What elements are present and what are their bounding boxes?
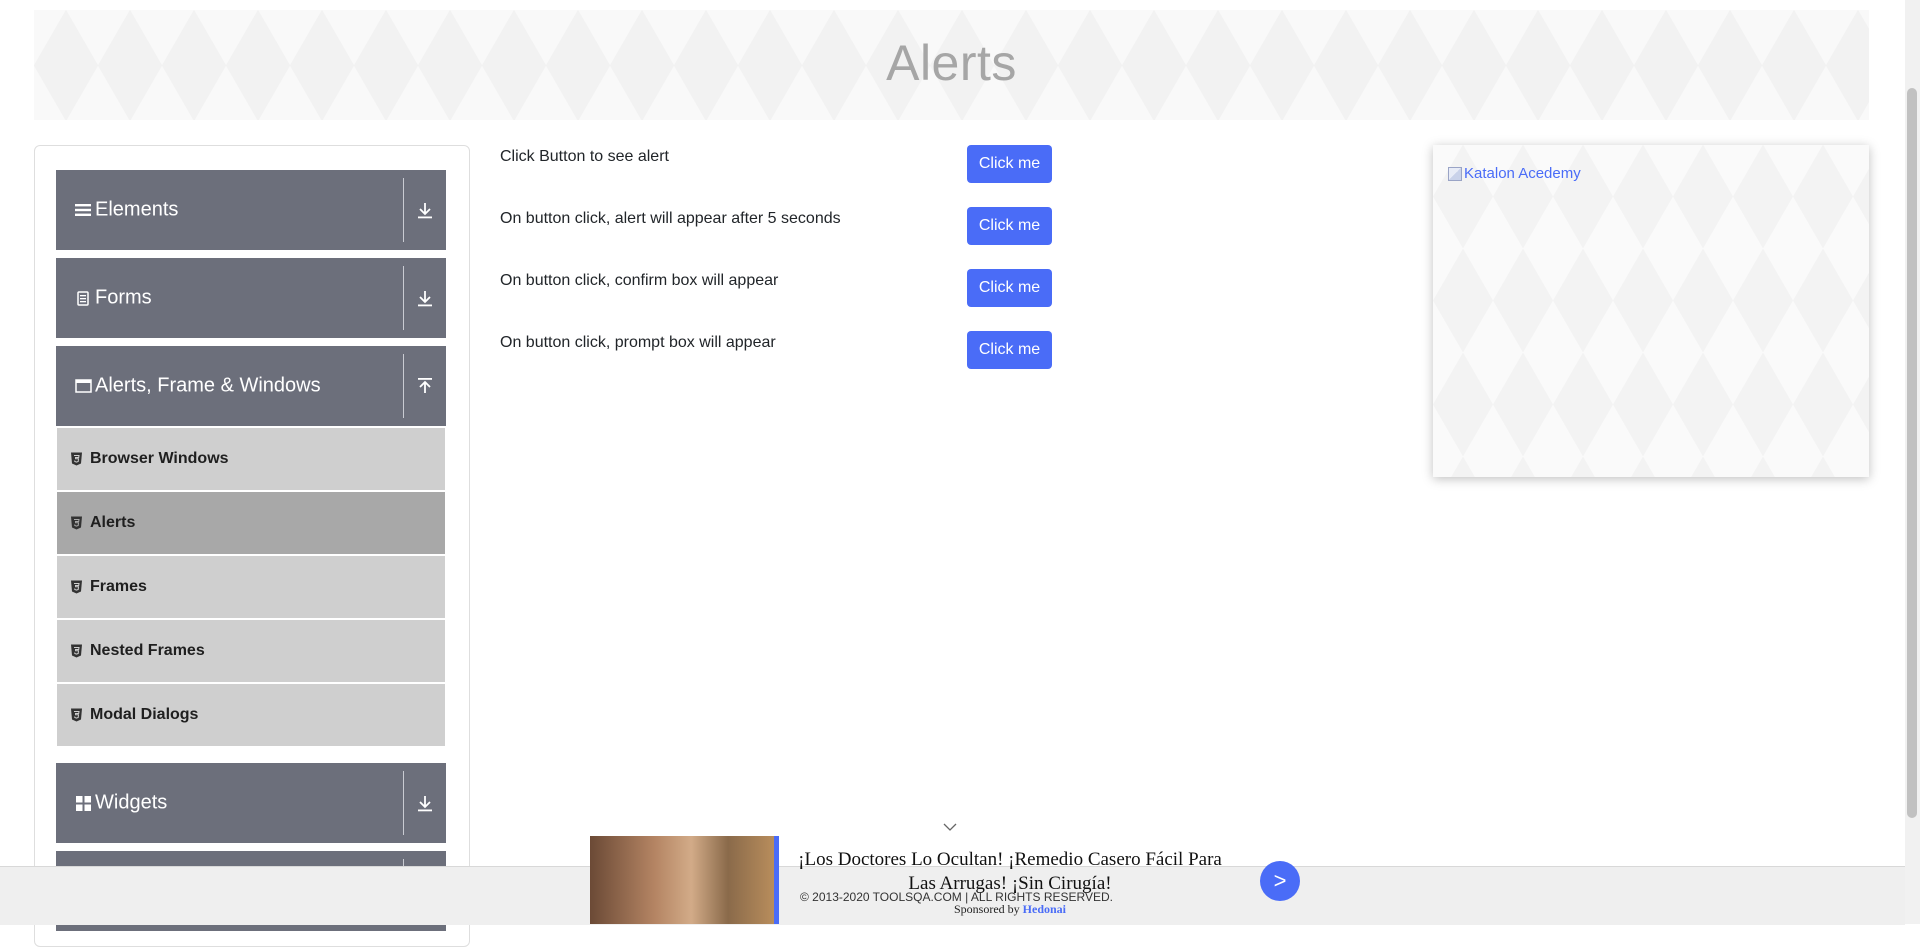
- sidebar-group-alerts-frame-windows[interactable]: Alerts, Frame & Windows: [56, 346, 446, 426]
- ad-next-button[interactable]: >: [1260, 861, 1300, 901]
- timer-alert-button[interactable]: Click me: [967, 207, 1052, 245]
- alert-row-label: Click Button to see alert: [500, 148, 669, 165]
- sidebar-item-nested-frames[interactable]: Nested Frames: [57, 620, 445, 682]
- confirm-button[interactable]: Click me: [967, 269, 1052, 307]
- confirm-row-label: On button click, confirm box will appear: [500, 272, 779, 289]
- broken-image-icon: [1448, 166, 1462, 181]
- prompt-row-label: On button click, prompt box will appear: [500, 334, 776, 351]
- bottom-ad-banner[interactable]: ¡Los Doctores Lo Ocultan! ¡Remedio Caser…: [590, 836, 1320, 924]
- sidebar-item-label: Nested Frames: [90, 642, 205, 659]
- katalon-ad-link[interactable]: Katalon Acedemy: [1448, 165, 1581, 182]
- divider: [403, 771, 404, 835]
- sidebar-item-label: Modal Dialogs: [90, 706, 199, 723]
- hamburger-icon: [74, 201, 92, 219]
- download-arrow-icon: [417, 794, 433, 812]
- sidebar-group-label: Widgets: [95, 791, 168, 814]
- chevron-down-icon[interactable]: [943, 820, 957, 834]
- sidebar-group-forms[interactable]: Forms: [56, 258, 446, 338]
- header-banner: Alerts: [34, 10, 1869, 120]
- sponsor-name[interactable]: Hedonai: [1023, 902, 1066, 916]
- sidebar-group-label: Forms: [95, 286, 152, 309]
- sidebar-item-modal-dialogs[interactable]: Modal Dialogs: [57, 684, 445, 746]
- ad-photo: [590, 836, 774, 924]
- sidebar-item-label: Frames: [90, 578, 147, 595]
- sidebar-group-elements[interactable]: Elements: [56, 170, 446, 250]
- ad-link-text: Katalon Acedemy: [1464, 165, 1581, 182]
- ad-accent-stripe: [774, 836, 779, 924]
- sidebar-item-label: Alerts: [90, 514, 136, 531]
- timer-alert-row-label: On button click, alert will appear after…: [500, 210, 841, 227]
- sidebar-group-label: Alerts, Frame & Windows: [95, 374, 321, 397]
- grid-icon: [74, 794, 92, 812]
- html5-icon: [71, 644, 82, 658]
- side-ad: Katalon Acedemy: [1433, 145, 1869, 477]
- html5-icon: [71, 580, 82, 594]
- ad-headline[interactable]: ¡Los Doctores Lo Ocultan! ¡Remedio Caser…: [790, 848, 1230, 896]
- sidebar-group-widgets[interactable]: Widgets: [56, 763, 446, 843]
- sidebar-item-frames[interactable]: Frames: [57, 556, 445, 618]
- alert-button[interactable]: Click me: [967, 145, 1052, 183]
- window-icon: [74, 377, 92, 395]
- sidebar-group-label: Elements: [95, 198, 179, 221]
- scrollbar-thumb[interactable]: [1907, 88, 1917, 818]
- ad-sponsor: Sponsored by Hedonai: [790, 902, 1230, 917]
- download-arrow-icon: [417, 201, 433, 219]
- divider: [403, 354, 404, 418]
- page-title: Alerts: [886, 35, 1017, 91]
- divider: [403, 178, 404, 242]
- sidebar: Elements Forms Alerts, Frame & Windows B…: [34, 145, 470, 947]
- html5-icon: [71, 516, 82, 530]
- html5-icon: [71, 708, 82, 722]
- sidebar-item-alerts[interactable]: Alerts: [57, 492, 445, 554]
- sidebar-item-label: Browser Windows: [90, 450, 229, 467]
- sidebar-item-browser-windows[interactable]: Browser Windows: [57, 428, 445, 490]
- html5-icon: [71, 452, 82, 466]
- upload-arrow-icon: [417, 377, 433, 395]
- sponsor-prefix: Sponsored by: [953, 902, 1020, 916]
- prompt-button[interactable]: Click me: [967, 331, 1052, 369]
- document-icon: [74, 289, 92, 307]
- divider: [403, 266, 404, 330]
- download-arrow-icon: [417, 289, 433, 307]
